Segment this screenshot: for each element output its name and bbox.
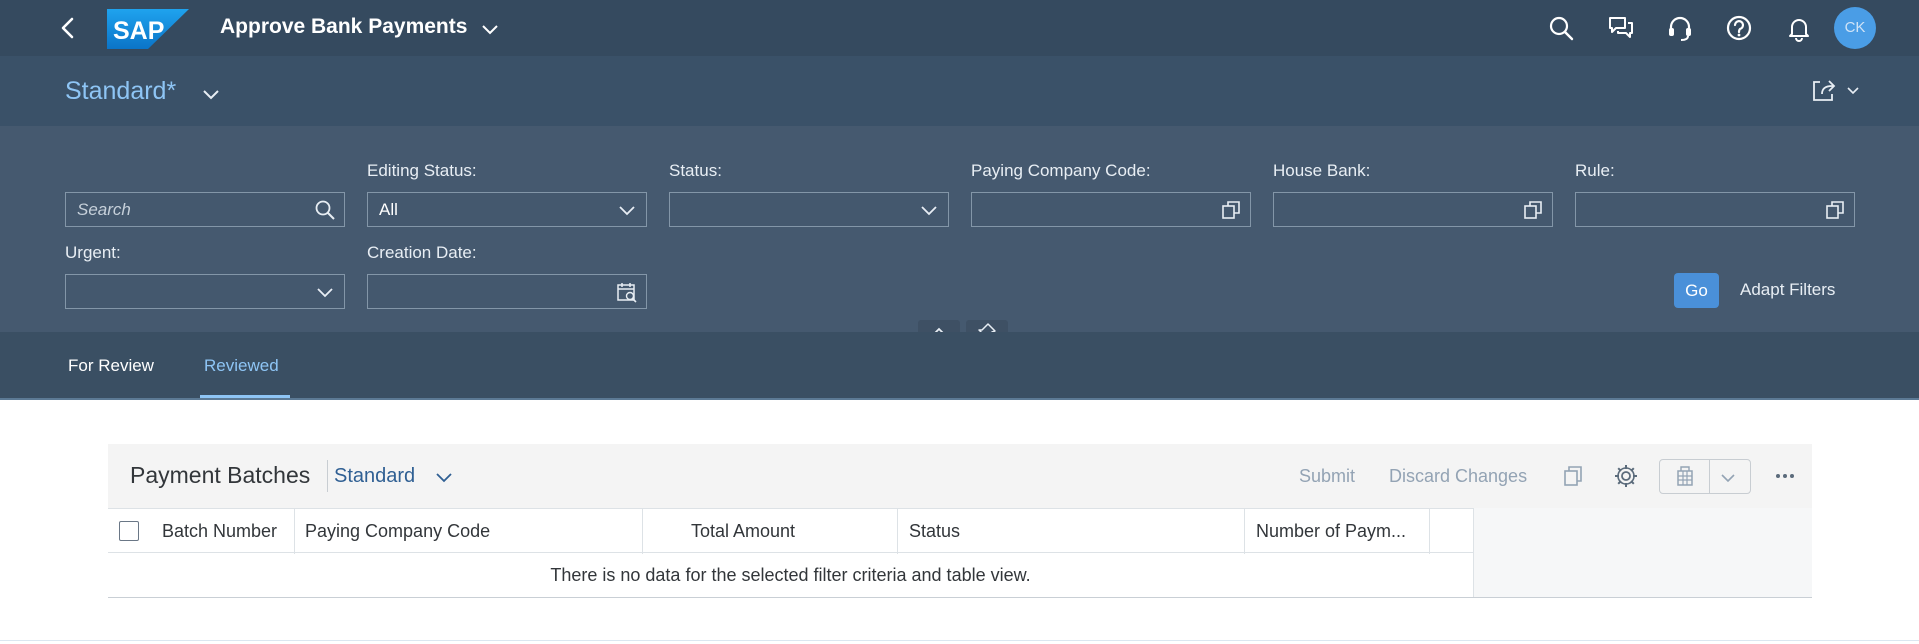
- urgent-select[interactable]: [65, 274, 345, 309]
- column-batch-number[interactable]: Batch Number: [162, 521, 277, 542]
- table-filler: [1473, 508, 1812, 598]
- chevron-down-icon[interactable]: [200, 83, 222, 105]
- variant-header: Standard*: [0, 56, 1919, 126]
- status-select[interactable]: [669, 192, 949, 227]
- sap-logo[interactable]: SAP: [107, 9, 189, 49]
- search-input[interactable]: Search: [65, 192, 345, 227]
- no-data-text: There is no data for the selected filter…: [550, 565, 1031, 585]
- share-icon[interactable]: [1810, 78, 1862, 104]
- column-number-of-payments[interactable]: Number of Paym...: [1256, 521, 1406, 542]
- table-title: Payment Batches: [130, 462, 311, 488]
- shell-bar: SAP Approve Bank Payments CK: [0, 0, 1919, 56]
- chevron-down-icon: [921, 206, 937, 216]
- calendar-icon[interactable]: [616, 281, 638, 303]
- house-bank-input[interactable]: [1273, 192, 1553, 227]
- adapt-filters-button[interactable]: Adapt Filters: [1740, 280, 1835, 300]
- house-bank-label: House Bank:: [1273, 161, 1371, 180]
- editing-status-value: All: [379, 200, 398, 219]
- table-bottom-border: [108, 597, 1812, 598]
- more-icon[interactable]: [1772, 463, 1798, 489]
- sap-logo-text: SAP: [113, 17, 164, 45]
- select-all-checkbox[interactable]: [119, 521, 139, 541]
- search-icon[interactable]: [314, 199, 336, 221]
- chevron-down-icon: [317, 288, 333, 298]
- split-divider: [1709, 460, 1710, 493]
- app-title[interactable]: Approve Bank Payments: [220, 15, 467, 39]
- filter-bar: Search Editing Status: All Status: Payin…: [0, 126, 1919, 344]
- variant-name[interactable]: Standard*: [65, 77, 176, 106]
- table-variant[interactable]: Standard: [334, 465, 415, 488]
- headset-icon[interactable]: [1666, 14, 1694, 42]
- paying-company-code-input[interactable]: [971, 192, 1251, 227]
- column-total-amount[interactable]: Total Amount: [691, 521, 795, 542]
- column-paying-company-code[interactable]: Paying Company Code: [305, 521, 490, 542]
- payment-batches-table: Payment Batches Standard Submit Discard …: [108, 444, 1812, 598]
- export-split-button[interactable]: [1659, 459, 1751, 494]
- tab-reviewed[interactable]: Reviewed: [204, 356, 279, 376]
- table-toolbar: Payment Batches Standard Submit Discard …: [108, 444, 1812, 508]
- paying-company-code-label: Paying Company Code:: [971, 161, 1151, 180]
- rule-input[interactable]: [1575, 192, 1855, 227]
- creation-date-picker[interactable]: [367, 274, 647, 309]
- go-button[interactable]: Go: [1674, 273, 1719, 308]
- tab-for-review[interactable]: For Review: [68, 356, 154, 376]
- rule-label: Rule:: [1575, 161, 1615, 180]
- column-separator: [897, 509, 898, 554]
- search-icon[interactable]: [1547, 14, 1575, 42]
- value-help-icon[interactable]: [1824, 199, 1846, 221]
- icon-tab-bar: For Review Reviewed: [0, 332, 1919, 398]
- bell-icon[interactable]: [1785, 14, 1813, 42]
- chevron-down-icon[interactable]: [1718, 468, 1738, 488]
- chevron-down-icon: [619, 206, 635, 216]
- chevron-down-icon[interactable]: [480, 19, 500, 39]
- column-separator: [294, 509, 295, 554]
- column-separator: [642, 509, 643, 554]
- avatar[interactable]: CK: [1834, 7, 1876, 49]
- column-separator: [1244, 509, 1245, 554]
- editing-status-select[interactable]: All: [367, 192, 647, 227]
- column-separator: [1429, 509, 1430, 554]
- value-help-icon[interactable]: [1220, 199, 1242, 221]
- chevron-down-icon[interactable]: [434, 467, 454, 487]
- column-status[interactable]: Status: [909, 521, 960, 542]
- chat-icon[interactable]: [1607, 14, 1635, 42]
- divider: [0, 640, 1919, 641]
- status-label: Status:: [669, 161, 722, 180]
- app-page: SAP Approve Bank Payments CK Standard* S…: [0, 0, 1919, 644]
- back-icon[interactable]: [56, 14, 80, 42]
- gear-icon[interactable]: [1613, 463, 1639, 489]
- export-icon: [1677, 466, 1693, 486]
- help-icon[interactable]: [1725, 14, 1753, 42]
- value-help-icon[interactable]: [1522, 199, 1544, 221]
- creation-date-label: Creation Date:: [367, 243, 477, 262]
- copy-icon[interactable]: [1560, 463, 1586, 489]
- editing-status-label: Editing Status:: [367, 161, 477, 180]
- urgent-label: Urgent:: [65, 243, 121, 262]
- submit-button[interactable]: Submit: [1299, 466, 1355, 487]
- toolbar-separator: [327, 460, 328, 492]
- discard-changes-button[interactable]: Discard Changes: [1389, 466, 1527, 487]
- search-placeholder: Search: [77, 200, 131, 219]
